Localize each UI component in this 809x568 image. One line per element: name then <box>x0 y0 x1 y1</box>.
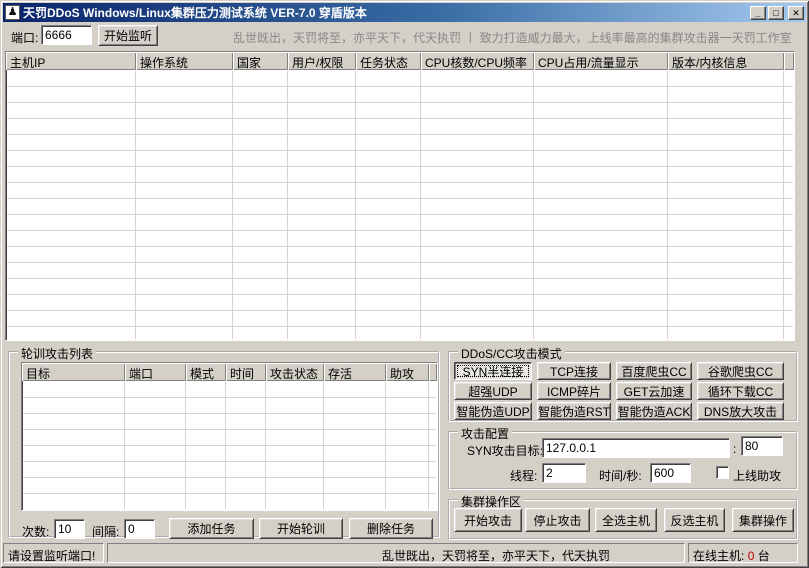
thread-label: 线程: <box>510 467 537 484</box>
online-hosts-label: 在线主机: <box>693 549 744 563</box>
column-header[interactable]: 国家 <box>233 52 288 70</box>
host-table: 主机IP 操作系统 国家 用户/权限 任务状态 CPU核数/CPU频率 CPU占… <box>5 51 795 341</box>
mode-fake-udp-button[interactable]: 智能伪造UDP <box>454 402 532 420</box>
window-title: 天罚DDoS Windows/Linux集群压力测试系统 VER-7.0 穿盾版… <box>23 4 750 21</box>
attack-config-group-title: 攻击配置 <box>458 425 512 442</box>
attack-config-group: 攻击配置 SYN攻击目标: : 线程: 时间/秒: 上线助攻 <box>448 431 798 490</box>
column-header[interactable]: 任务状态 <box>356 52 421 70</box>
target-port-separator: : <box>733 442 736 456</box>
column-header-filler <box>784 52 794 70</box>
status-message: 请设置监听端口! <box>3 543 104 563</box>
maximize-button[interactable]: □ <box>768 6 784 20</box>
mode-dns-amp-button[interactable]: DNS放大攻击 <box>697 402 784 420</box>
host-table-body <box>7 71 793 339</box>
times-input[interactable] <box>54 519 85 539</box>
time-label: 时间/秒: <box>599 467 642 484</box>
toolbar: 端口: 开始监听 乱世既出，天罚将至，亦平天下，代天执罚 丨 致力打造威力最大，… <box>3 22 806 50</box>
host-table-header: 主机IP 操作系统 国家 用户/权限 任务状态 CPU核数/CPU频率 CPU占… <box>6 52 794 70</box>
close-button[interactable]: ✕ <box>788 6 804 20</box>
start-polling-button[interactable]: 开始轮训 <box>259 518 343 539</box>
mode-fake-ack-button[interactable]: 智能伪造ACK <box>616 402 692 420</box>
select-all-hosts-button[interactable]: 全选主机 <box>595 508 657 532</box>
attack-list-body <box>23 382 436 509</box>
column-header[interactable]: 操作系统 <box>136 52 233 70</box>
online-assist-label: 上线助攻 <box>733 467 781 484</box>
mode-baidu-cc-button[interactable]: 百度爬虫CC <box>616 362 692 380</box>
column-header[interactable]: 端口 <box>125 363 186 381</box>
interval-input[interactable] <box>124 519 155 539</box>
column-header[interactable]: CPU占用/流量显示 <box>534 52 668 70</box>
syn-target-input[interactable] <box>542 438 730 458</box>
mode-tcp-button[interactable]: TCP连接 <box>537 362 611 380</box>
column-header-filler <box>429 363 437 381</box>
column-header[interactable]: 存活 <box>324 363 386 381</box>
column-header[interactable]: 模式 <box>186 363 226 381</box>
mode-get-cloud-button[interactable]: GET云加速 <box>616 382 692 400</box>
column-header[interactable]: 助攻 <box>386 363 429 381</box>
mode-syn-button[interactable]: SYN半连接 <box>454 362 532 380</box>
cluster-ops-group: 集群操作区 开始攻击 停止攻击 全选主机 反选主机 集群操作 <box>448 499 798 540</box>
titlebar: ♟ 天罚DDoS Windows/Linux集群压力测试系统 VER-7.0 穿… <box>3 3 806 22</box>
app-window: ♟ 天罚DDoS Windows/Linux集群压力测试系统 VER-7.0 穿… <box>0 0 809 568</box>
column-header[interactable]: 主机IP <box>6 52 136 70</box>
attack-mode-group-title: DDoS/CC攻击模式 <box>458 345 565 362</box>
online-hosts-count: 0 <box>748 549 755 563</box>
times-label: 次数: <box>22 523 49 540</box>
online-assist-checkbox[interactable] <box>716 466 729 479</box>
minimize-button[interactable]: _ <box>750 6 766 20</box>
interval-label: 间隔: <box>92 523 119 540</box>
column-header[interactable]: CPU核数/CPU频率 <box>421 52 534 70</box>
thread-input[interactable] <box>542 463 586 483</box>
syn-target-label: SYN攻击目标: <box>467 442 543 459</box>
online-hosts-status: 在线主机: 0 台 <box>688 543 798 563</box>
column-header[interactable]: 攻击状态 <box>266 363 324 381</box>
invert-selection-button[interactable]: 反选主机 <box>664 508 725 532</box>
syn-port-input[interactable] <box>741 436 783 456</box>
start-listen-button[interactable]: 开始监听 <box>98 25 158 46</box>
mode-icmp-button[interactable]: ICMP碎片 <box>537 382 611 400</box>
column-header[interactable]: 目标 <box>22 363 125 381</box>
attack-list-header: 目标 端口 模式 时间 攻击状态 存活 助攻 <box>22 363 437 381</box>
mode-loop-download-button[interactable]: 循环下载CC <box>697 382 784 400</box>
cluster-operation-button[interactable]: 集群操作 <box>732 508 794 532</box>
column-header[interactable]: 用户/权限 <box>288 52 356 70</box>
column-header[interactable]: 时间 <box>226 363 266 381</box>
column-header[interactable]: 版本/内核信息 <box>668 52 784 70</box>
start-attack-button[interactable]: 开始攻击 <box>454 508 522 532</box>
time-input[interactable] <box>650 463 691 483</box>
port-label: 端口: <box>11 29 38 46</box>
top-marquee-text: 乱世既出，天罚将至，亦平天下，代天执罚 丨 致力打造威力最大，上线率最高的集群攻… <box>233 29 799 46</box>
port-input[interactable] <box>41 25 92 45</box>
attack-list-group-title: 轮训攻击列表 <box>18 345 96 362</box>
mode-google-cc-button[interactable]: 谷歌爬虫CC <box>697 362 784 380</box>
attack-mode-group: DDoS/CC攻击模式 SYN半连接 TCP连接 百度爬虫CC 谷歌爬虫CC 超… <box>448 351 798 422</box>
stop-attack-button[interactable]: 停止攻击 <box>525 508 590 532</box>
add-task-button[interactable]: 添加任务 <box>169 518 254 539</box>
online-hosts-unit: 台 <box>758 549 770 563</box>
attack-list-group: 轮训攻击列表 目标 端口 模式 时间 攻击状态 存活 助攻 <box>8 351 440 538</box>
app-icon: ♟ <box>5 5 20 20</box>
attack-list-table: 目标 端口 模式 时间 攻击状态 存活 助攻 <box>21 362 438 511</box>
mode-udp-button[interactable]: 超强UDP <box>454 382 532 400</box>
delete-task-button[interactable]: 删除任务 <box>349 518 433 539</box>
statusbar: 请设置监听端口! 乱世既出，天罚将至，亦平天下，代天执罚 在线主机: 0 台 <box>3 543 806 564</box>
status-marquee: 乱世既出，天罚将至，亦平天下，代天执罚 <box>107 543 685 563</box>
mode-fake-rst-button[interactable]: 智能伪造RST <box>537 402 611 420</box>
